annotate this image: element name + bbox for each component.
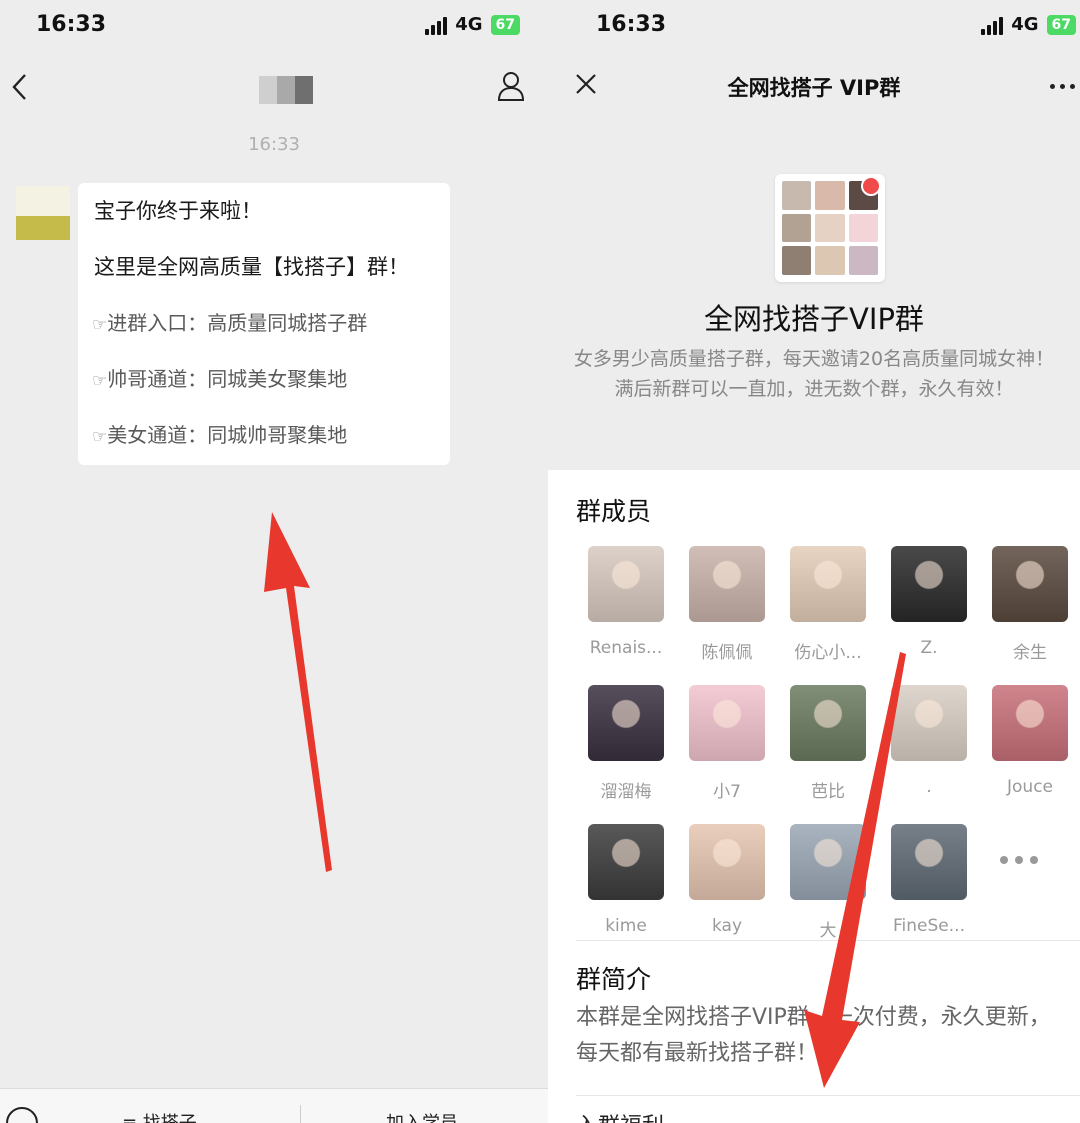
member-avatar[interactable] — [992, 685, 1068, 761]
member-name: 余生 — [1013, 643, 1047, 663]
member-name: 溜溜梅 — [600, 782, 652, 802]
person-icon[interactable] — [496, 70, 526, 102]
message-link-men[interactable]: ☞帅哥通道：同城美女聚集地 — [92, 365, 347, 395]
pointing-hand-icon: ☞ — [92, 371, 108, 391]
link-text: 进群入口：高质量同城搭子群 — [107, 311, 368, 335]
member-avatar[interactable] — [689, 546, 765, 622]
member-item[interactable]: Z. — [889, 546, 969, 658]
group-description: 女多男少高质量搭子群，每天邀请20名高质量同城女神！ 满后新群可以一直加，进无数… — [548, 344, 1080, 404]
red-dot-badge — [861, 176, 881, 196]
member-item[interactable]: kay — [687, 824, 767, 936]
member-name: kay — [711, 916, 743, 936]
member-avatar[interactable] — [689, 824, 765, 900]
network-type: 4G — [1011, 14, 1039, 35]
battery-icon: 67 — [1046, 14, 1076, 35]
bottom-menu-bar: ≡ 找搭子 加入学员 — [0, 1088, 548, 1123]
status-time: 16:33 — [596, 12, 667, 37]
message-link-women[interactable]: ☞美女通道：同城帅哥聚集地 — [92, 421, 347, 451]
member-item[interactable]: 溜溜梅 — [586, 685, 666, 802]
avatar[interactable] — [16, 186, 70, 240]
member-name: 小7 — [713, 782, 741, 802]
group-name: 全网找搭子VIP群 — [704, 302, 924, 336]
status-bar: 16:33 4G 67 — [548, 0, 1080, 56]
member-item[interactable]: Renais... — [586, 546, 666, 658]
menu-item-find-partner[interactable]: ≡ 找搭子 — [122, 1109, 197, 1123]
chat-title-blurred — [259, 76, 313, 104]
signal-icon — [981, 15, 1004, 35]
benefits-label: 入群福利 — [576, 1108, 664, 1123]
group-info-screen: 16:33 4G 67 全网找搭子 VIP群 全网找搭子VIP群 女多男少高质量… — [548, 0, 1080, 1123]
link-text: 帅哥通道：同城美女聚集地 — [107, 367, 348, 391]
menu-divider — [300, 1105, 301, 1123]
network-type: 4G — [455, 14, 483, 35]
divider — [576, 1095, 1080, 1096]
chat-timestamp: 16:33 — [248, 134, 300, 155]
group-description-line: 女多男少高质量搭子群，每天邀请20名高质量同城女神！ — [573, 348, 1055, 370]
member-item[interactable]: 陈佩佩 — [687, 546, 767, 663]
member-name: Renais... — [589, 638, 663, 658]
member-avatar[interactable] — [588, 824, 664, 900]
link-text: 美女通道：同城帅哥聚集地 — [107, 423, 348, 447]
more-members-icon[interactable] — [1000, 856, 1060, 868]
more-options-icon[interactable] — [1050, 84, 1080, 92]
pointing-hand-icon: ☞ — [92, 315, 108, 335]
member-item[interactable]: Jouce — [990, 685, 1070, 797]
intro-title: 群简介 — [576, 965, 652, 994]
member-item[interactable]: 余生 — [990, 546, 1070, 663]
members-title: 群成员 — [576, 497, 652, 526]
menu-item-join[interactable]: 加入学员 — [386, 1109, 458, 1123]
chat-screen: 16:33 4G 67 16:33 宝子你终于来啦！ 这里是全网高质量【找搭子】… — [0, 0, 548, 1123]
back-arrow-icon[interactable] — [10, 72, 30, 102]
member-avatar[interactable] — [689, 685, 765, 761]
member-avatar[interactable] — [992, 546, 1068, 622]
red-arrow-up-icon — [264, 512, 332, 872]
member-avatar[interactable] — [891, 546, 967, 622]
member-item[interactable]: 伤心小... — [788, 546, 868, 663]
member-avatar[interactable] — [588, 546, 664, 622]
member-avatar[interactable] — [588, 685, 664, 761]
signal-icon — [425, 15, 448, 35]
message-line: 宝子你终于来啦！ — [94, 199, 262, 223]
member-item[interactable]: kime — [586, 824, 666, 936]
message-link-entry[interactable]: ☞进群入口：高质量同城搭子群 — [92, 309, 367, 339]
keyboard-icon[interactable] — [6, 1107, 38, 1123]
message-bubble: 宝子你终于来啦！ 这里是全网高质量【找搭子】群！ ☞进群入口：高质量同城搭子群 … — [78, 183, 450, 465]
member-name: Jouce — [1007, 777, 1053, 797]
group-description-line: 满后新群可以一直加，进无数个群，永久有效！ — [614, 378, 1014, 400]
status-bar: 16:33 4G 67 — [0, 0, 548, 56]
status-time: 16:33 — [36, 12, 107, 37]
member-avatar[interactable] — [790, 546, 866, 622]
member-item[interactable]: 小7 — [687, 685, 767, 802]
member-name: 陈佩佩 — [701, 643, 753, 663]
pointing-hand-icon: ☞ — [92, 427, 108, 447]
page-title: 全网找搭子 VIP群 — [727, 76, 901, 100]
message-line: 这里是全网高质量【找搭子】群！ — [94, 255, 409, 279]
battery-icon: 67 — [490, 14, 520, 35]
member-name: kime — [605, 916, 647, 936]
red-arrow-down-icon — [804, 652, 906, 1088]
